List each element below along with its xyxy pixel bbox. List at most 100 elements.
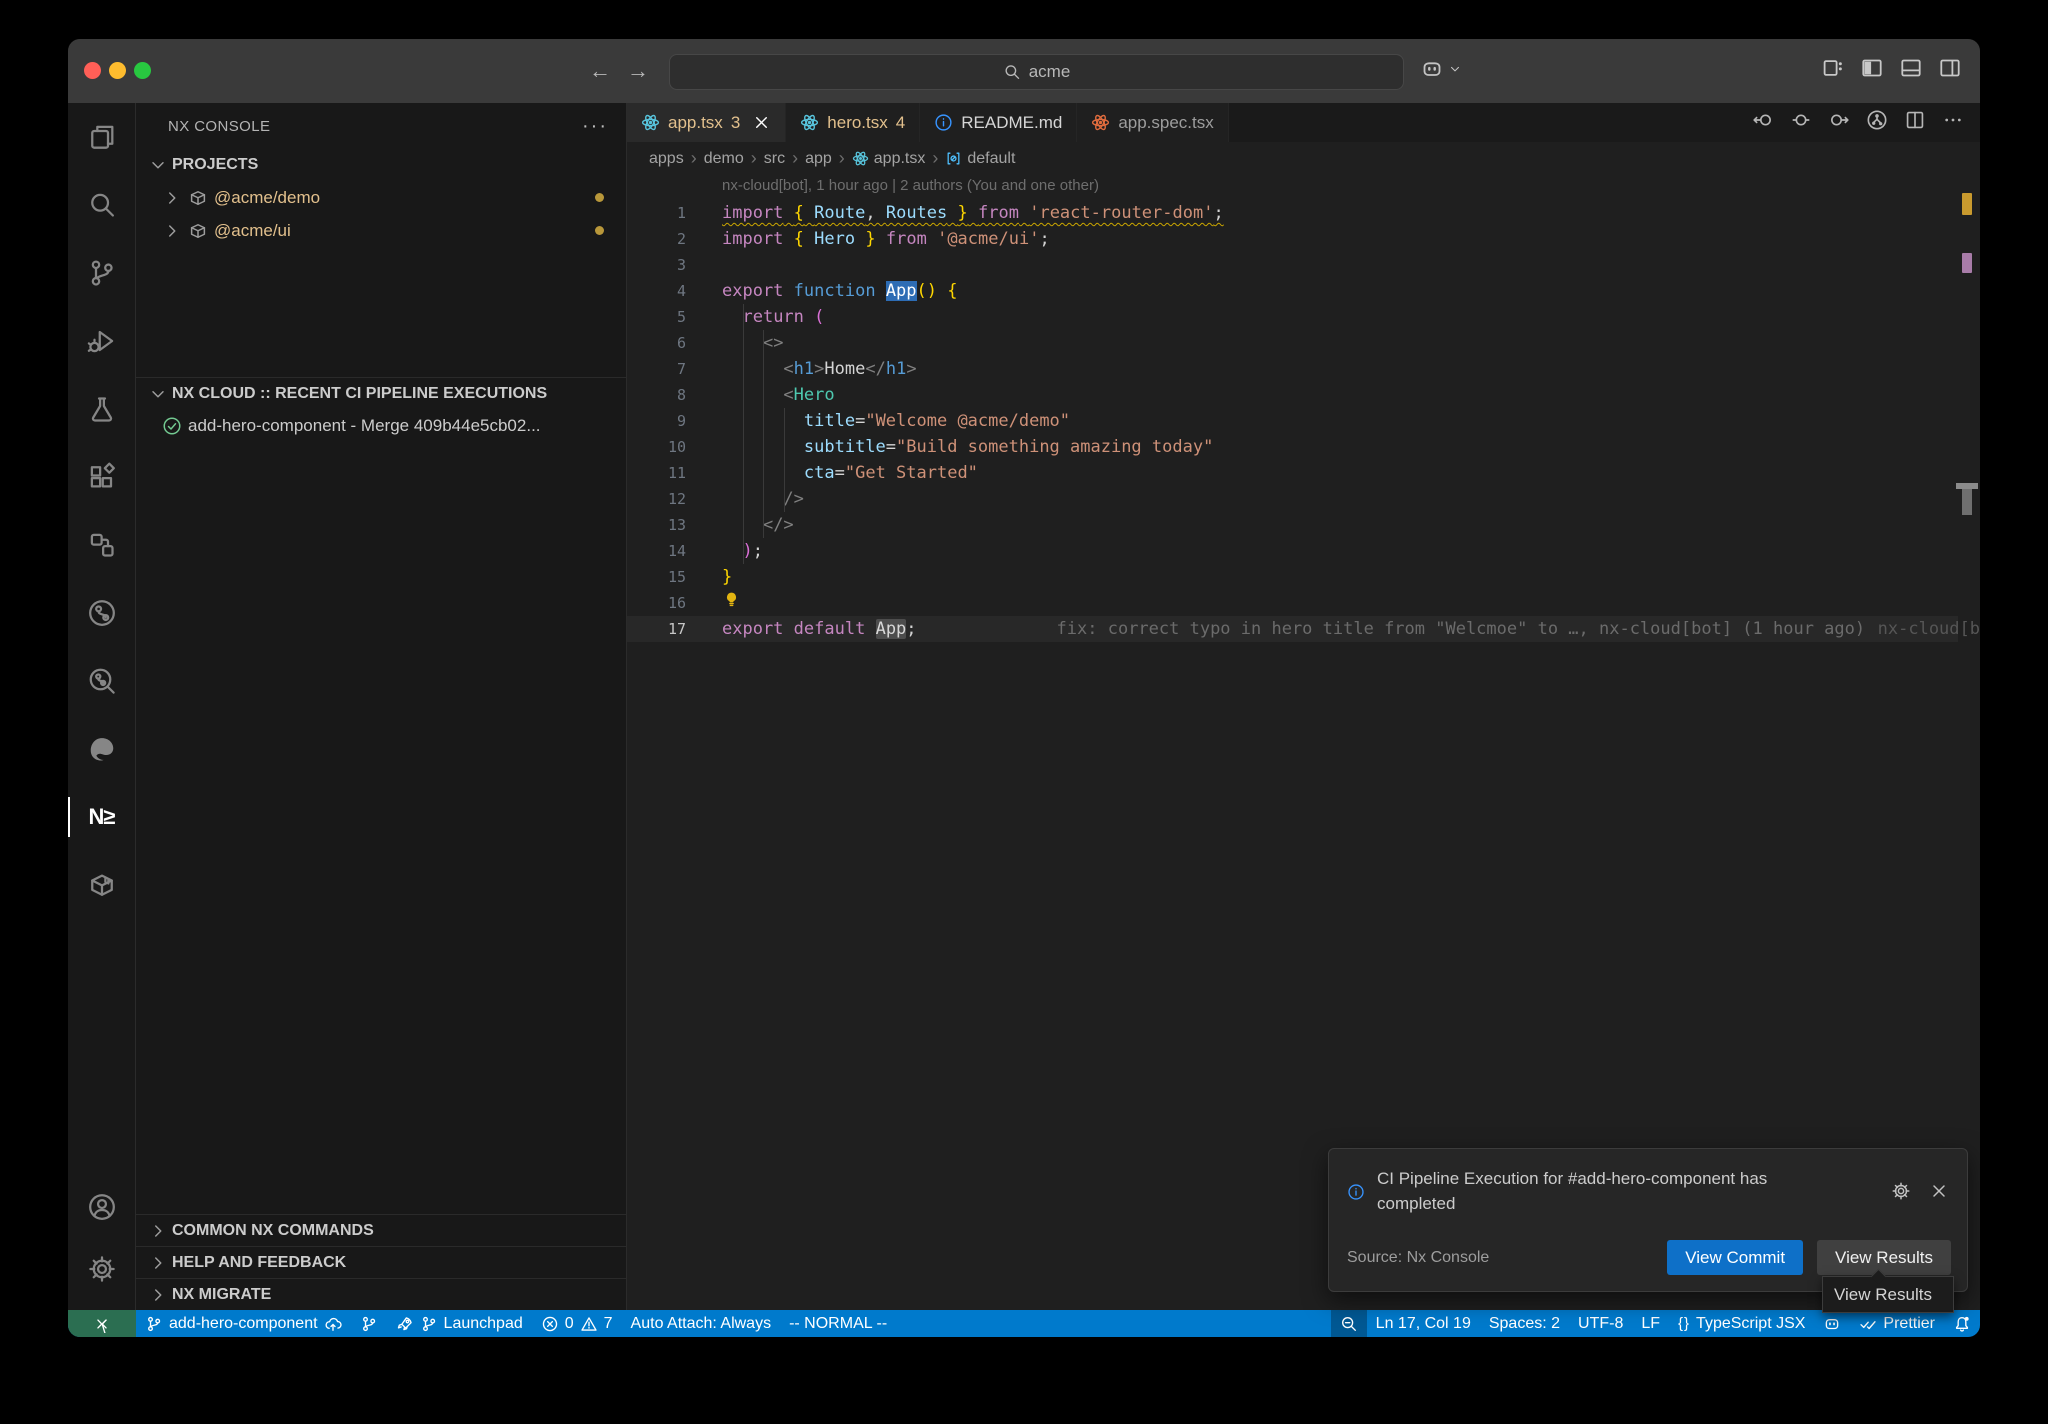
activity-item-references[interactable] xyxy=(68,511,135,579)
status-problems[interactable]: 07 xyxy=(532,1310,622,1337)
gitlens-back-button[interactable] xyxy=(1752,109,1774,136)
status-encoding[interactable]: UTF-8 xyxy=(1569,1310,1632,1337)
breadcrumb-item-app[interactable]: app xyxy=(805,150,832,168)
code-line-15[interactable]: 15} xyxy=(627,564,1958,590)
breadcrumb-item-apps[interactable]: apps xyxy=(649,150,684,168)
history-forward-icon[interactable]: → xyxy=(622,55,654,87)
status-vim-mode[interactable]: -- NORMAL -- xyxy=(780,1310,896,1337)
code-line-12[interactable]: 12 /> xyxy=(627,486,1958,512)
pipeline-execution-item[interactable]: add-hero-component - Merge 409b44e5cb02.… xyxy=(136,409,626,442)
code-line-8[interactable]: 8 <Hero xyxy=(627,382,1958,408)
status-branch[interactable]: add-hero-component xyxy=(136,1310,351,1337)
section-projects[interactable]: PROJECTS xyxy=(136,149,626,181)
code-line-11[interactable]: 11 cta="Get Started" xyxy=(627,460,1958,486)
tab-app.tsx[interactable]: app.tsx3 xyxy=(627,103,786,142)
activity-item-explorer[interactable] xyxy=(68,103,135,171)
panel-right-button[interactable] xyxy=(1938,56,1962,85)
tab-app.spec.tsx[interactable]: app.spec.tsx xyxy=(1077,103,1228,142)
scrollbar-handle[interactable] xyxy=(1962,489,1972,515)
layout-customize-button[interactable] xyxy=(1821,56,1845,85)
gitlens-current-button[interactable] xyxy=(1790,109,1812,136)
command-center-search[interactable]: acme xyxy=(669,54,1404,90)
references-icon xyxy=(87,530,117,560)
tab-hero.tsx[interactable]: hero.tsx4 xyxy=(786,103,920,142)
status-zoom[interactable] xyxy=(1331,1310,1367,1337)
screen: ← → acme N≥ xyxy=(0,0,2048,1424)
activity-item-extensions[interactable] xyxy=(68,443,135,511)
close-icon[interactable] xyxy=(1929,1166,1949,1216)
copilot-icon xyxy=(1823,1315,1841,1333)
close-icon[interactable] xyxy=(752,113,771,132)
gear-icon[interactable] xyxy=(1891,1166,1911,1216)
breadcrumb-item-demo[interactable]: demo xyxy=(704,150,744,168)
breadcrumb-item-default[interactable]: default xyxy=(945,150,1015,168)
gitlens-back-icon xyxy=(1752,109,1774,131)
section-help-and-feedback[interactable]: HELP AND FEEDBACK xyxy=(136,1246,626,1278)
project-item[interactable]: @acme/ui xyxy=(136,214,626,247)
breadcrumb-item-src[interactable]: src xyxy=(764,150,785,168)
panel-left-button[interactable] xyxy=(1860,56,1884,85)
minimize-window-button[interactable] xyxy=(109,62,126,79)
commit-graph-button[interactable] xyxy=(1866,109,1888,136)
code-line-2[interactable]: 2import { Hero } from '@acme/ui'; xyxy=(627,226,1958,252)
status-launchpad[interactable]: Launchpad xyxy=(387,1310,532,1337)
code-line-17[interactable]: 17export default App;fix: correct typo i… xyxy=(627,616,1958,642)
activity-item-testing[interactable] xyxy=(68,375,135,443)
code-line-7[interactable]: 7 <h1>Home</h1> xyxy=(627,356,1958,382)
maximize-window-button[interactable] xyxy=(134,62,151,79)
chevron-right-icon xyxy=(148,1285,168,1305)
status-eol[interactable]: LF xyxy=(1632,1310,1669,1337)
activity-item-gitlens[interactable] xyxy=(68,647,135,715)
line-number: 11 xyxy=(627,460,686,486)
view-results-button[interactable]: View Results xyxy=(1817,1240,1951,1275)
section-nx-cloud[interactable]: NX CLOUD :: RECENT CI PIPELINE EXECUTION… xyxy=(136,377,626,409)
close-window-button[interactable] xyxy=(84,62,101,79)
view-commit-button[interactable]: View Commit xyxy=(1667,1240,1803,1275)
code-line-3[interactable]: 3 xyxy=(627,252,1958,278)
code-line-9[interactable]: 9 title="Welcome @acme/demo" xyxy=(627,408,1958,434)
project-item[interactable]: @acme/demo xyxy=(136,181,626,214)
more-actions-icon[interactable]: ··· xyxy=(582,115,608,138)
activity-item-source-control[interactable] xyxy=(68,239,135,307)
code-line-16[interactable]: 16 xyxy=(627,590,1958,616)
panel-bottom-button[interactable] xyxy=(1899,56,1923,85)
status-remote[interactable] xyxy=(68,1310,136,1337)
code-area[interactable]: 1import { Route, Routes } from 'react-ro… xyxy=(627,200,1958,642)
activity-item-settings[interactable] xyxy=(68,1238,135,1300)
status-formatter[interactable]: Prettier xyxy=(1850,1310,1944,1337)
activity-item-run-debug[interactable] xyxy=(68,307,135,375)
activity-item-search[interactable] xyxy=(68,171,135,239)
copilot-menu[interactable] xyxy=(1420,57,1462,81)
gitlens-forward-button[interactable] xyxy=(1828,109,1850,136)
status-auto-attach[interactable]: Auto Attach: Always xyxy=(622,1310,781,1337)
code-line-6[interactable]: 6 <> xyxy=(627,330,1958,356)
code-line-4[interactable]: 4export function App() { xyxy=(627,278,1958,304)
status-notifications[interactable] xyxy=(1944,1310,1980,1337)
search-icon xyxy=(1003,63,1021,81)
activity-item-account[interactable] xyxy=(68,1176,135,1238)
activity-item-nx-console[interactable]: N≥ xyxy=(68,783,135,851)
code-line-5[interactable]: 5 return ( xyxy=(627,304,1958,330)
code-line-13[interactable]: 13 </> xyxy=(627,512,1958,538)
tab-README.md[interactable]: README.md xyxy=(920,103,1077,142)
section-nx-migrate[interactable]: NX MIGRATE xyxy=(136,1278,626,1310)
code-line-10[interactable]: 10 subtitle="Build something amazing tod… xyxy=(627,434,1958,460)
section-common-nx-commands[interactable]: COMMON NX COMMANDS xyxy=(136,1214,626,1246)
status-copilot[interactable] xyxy=(1814,1310,1850,1337)
status-git-graph[interactable] xyxy=(351,1310,387,1337)
status-indentation[interactable]: Spaces: 2 xyxy=(1480,1310,1569,1337)
tab-problem-badge: 4 xyxy=(896,113,905,133)
activity-item-nx-cloud[interactable] xyxy=(68,579,135,647)
split-editor-button[interactable] xyxy=(1904,109,1926,136)
history-back-icon[interactable]: ← xyxy=(584,55,616,87)
breadcrumb-item-app.tsx[interactable]: app.tsx xyxy=(852,150,926,168)
status-language[interactable]: {}TypeScript JSX xyxy=(1669,1310,1814,1337)
more-button[interactable] xyxy=(1942,109,1964,136)
activity-item-edge-browser[interactable] xyxy=(68,715,135,783)
activity-item-containers[interactable] xyxy=(68,851,135,919)
line-number: 16 xyxy=(627,590,686,616)
code-line-1[interactable]: 1import { Route, Routes } from 'react-ro… xyxy=(627,200,1958,226)
status-cursor-position[interactable]: Ln 17, Col 19 xyxy=(1367,1310,1480,1337)
code-line-14[interactable]: 14 ); xyxy=(627,538,1958,564)
nx-logo-icon: N≥ xyxy=(89,804,115,830)
